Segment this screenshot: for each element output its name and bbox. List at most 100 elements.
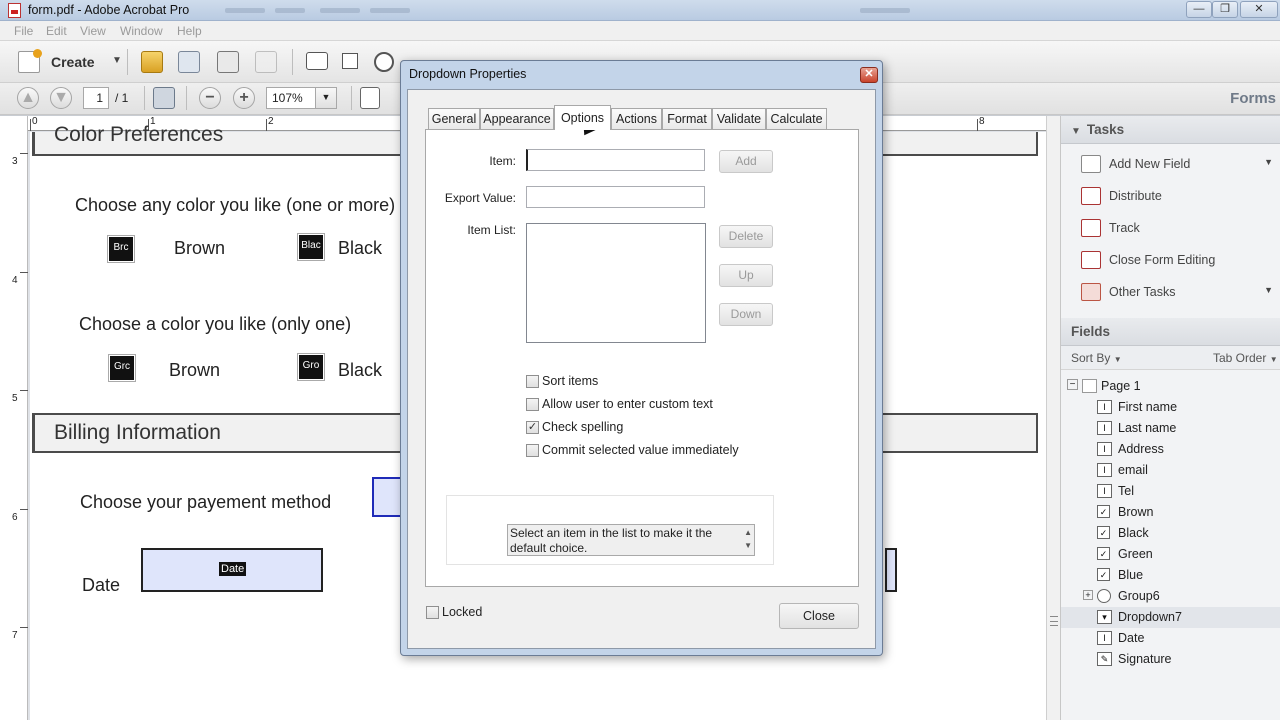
tree-label: Signature: [1118, 652, 1172, 666]
ruler-tick: [30, 119, 31, 131]
restore-button[interactable]: ❐: [1212, 1, 1238, 18]
allow-custom-text-checkbox[interactable]: Allow user to enter custom text: [526, 396, 846, 414]
task-distribute[interactable]: Distribute: [1081, 184, 1280, 208]
tree-item-field[interactable]: ✎ Signature: [1061, 649, 1280, 670]
tab-actions[interactable]: Actions: [611, 108, 662, 129]
zoom-level-input[interactable]: 107%: [266, 87, 316, 109]
date-field[interactable]: Date: [141, 548, 323, 592]
ruler-tick: [266, 119, 267, 131]
tab-calculate[interactable]: Calculate: [766, 108, 827, 129]
expand-plus-icon[interactable]: +: [1083, 590, 1093, 600]
menu-help[interactable]: Help: [177, 24, 202, 38]
print-icon[interactable]: [217, 51, 239, 73]
tasks-header-label: ▼ Tasks: [1071, 122, 1124, 137]
black-radio-field[interactable]: Gro: [297, 353, 325, 381]
task-other-tasks[interactable]: Other Tasks ▼: [1081, 280, 1280, 304]
minimize-button[interactable]: —: [1186, 1, 1212, 18]
sort-items-checkbox[interactable]: Sort items: [526, 373, 846, 391]
tree-item-group[interactable]: + Group6: [1061, 586, 1280, 607]
brown-radio-field[interactable]: Grc: [108, 354, 136, 382]
close-button[interactable]: Close: [779, 603, 859, 629]
page-number-input[interactable]: 1: [83, 87, 109, 109]
dialog-body: General Appearance Options Actions Forma…: [407, 89, 876, 649]
task-close-form-editing[interactable]: Close Form Editing: [1081, 248, 1280, 272]
fit-page-icon[interactable]: [360, 87, 380, 109]
add-button[interactable]: Add: [719, 150, 773, 173]
tab-format[interactable]: Format: [662, 108, 712, 129]
tree-item-page[interactable]: − Page 1: [1061, 376, 1280, 397]
tab-validate[interactable]: Validate: [712, 108, 766, 129]
zoom-out-icon[interactable]: −: [199, 87, 221, 109]
tree-label: Tel: [1118, 484, 1134, 498]
toolbar-separator: [186, 86, 187, 110]
down-button[interactable]: Down: [719, 303, 773, 326]
blurred-tab: [860, 8, 910, 13]
tasks-header[interactable]: ▼ Tasks: [1061, 116, 1280, 144]
tree-item-dropdown-selected[interactable]: ▾ Dropdown7: [1061, 607, 1280, 628]
locked-checkbox[interactable]: Locked: [426, 604, 546, 622]
menu-view[interactable]: View: [80, 24, 106, 38]
scroll-grip-icon[interactable]: [1050, 616, 1058, 626]
tree-item-field[interactable]: I Tel: [1061, 481, 1280, 502]
export-value-input[interactable]: [526, 186, 705, 208]
checkbox-field-icon: ✓: [1097, 526, 1110, 539]
forms-pane-label[interactable]: Forms: [1230, 90, 1276, 107]
menu-edit[interactable]: Edit: [46, 24, 67, 38]
create-label: Create: [51, 54, 95, 70]
tree-item-field[interactable]: Iemail: [1061, 460, 1280, 481]
tab-general[interactable]: General: [428, 108, 480, 129]
ruler-tick: [977, 119, 978, 131]
menu-window[interactable]: Window: [120, 24, 163, 38]
task-add-new-field[interactable]: Add New Field ▼: [1081, 152, 1280, 176]
field-partial[interactable]: [885, 548, 897, 592]
document-scrollbar[interactable]: [1046, 116, 1060, 720]
item-listbox[interactable]: [526, 223, 706, 343]
checkbox-tool-icon[interactable]: [342, 53, 358, 69]
tree-item-field[interactable]: ✓ Black: [1061, 523, 1280, 544]
brown-checkbox-field[interactable]: Brc: [107, 235, 135, 263]
tree-label: First name: [1118, 400, 1178, 414]
tree-item-field[interactable]: ✓ Brown: [1061, 502, 1280, 523]
previous-page-icon[interactable]: ▲: [17, 87, 39, 109]
zoom-in-icon[interactable]: +: [233, 87, 255, 109]
open-folder-icon[interactable]: [141, 51, 163, 73]
next-page-icon[interactable]: ▼: [50, 87, 72, 109]
tree-item-field[interactable]: I Address: [1061, 439, 1280, 460]
tab-options[interactable]: Options: [554, 105, 611, 130]
tab-order-button[interactable]: Tab Order ▼: [1213, 351, 1278, 365]
ruler-tick: [20, 627, 28, 628]
menu-file[interactable]: File: [14, 24, 33, 38]
vertical-ruler: 3 4 5 6 7: [0, 116, 28, 720]
tree-label: email: [1118, 463, 1148, 477]
delete-button[interactable]: Delete: [719, 225, 773, 248]
tree-item-field[interactable]: I Date: [1061, 628, 1280, 649]
tree-item-field[interactable]: I Last name: [1061, 418, 1280, 439]
close-icon[interactable]: ✕: [860, 67, 878, 83]
tree-item-field[interactable]: ✓ Blue: [1061, 565, 1280, 586]
text-field-tool-icon[interactable]: [306, 52, 328, 70]
collapse-minus-icon[interactable]: −: [1067, 379, 1078, 390]
window-close-button[interactable]: ✕: [1240, 1, 1278, 18]
collapse-triangle-icon: ▼: [1071, 126, 1081, 137]
briefcase-icon: [1081, 283, 1101, 301]
up-button[interactable]: Up: [719, 264, 773, 287]
close-form-editing-icon: [1081, 251, 1101, 269]
scroll-arrows-icon[interactable]: ▲ ▼: [744, 526, 752, 552]
select-arrow-icon[interactable]: [153, 87, 175, 109]
task-track[interactable]: Track: [1081, 216, 1280, 240]
item-input[interactable]: [526, 149, 705, 171]
tree-item-field[interactable]: ✓ Green: [1061, 544, 1280, 565]
tab-appearance[interactable]: Appearance: [480, 108, 554, 129]
radio-tool-icon[interactable]: [374, 52, 394, 72]
save-icon[interactable]: [178, 51, 200, 73]
radio-group-icon: [1097, 589, 1111, 603]
tree-item-field[interactable]: I First name: [1061, 397, 1280, 418]
check-spelling-checkbox[interactable]: ✓ Check spelling: [526, 419, 846, 437]
sort-by-button[interactable]: Sort By ▼: [1071, 351, 1122, 365]
zoom-dropdown-chevron-icon[interactable]: ▼: [315, 87, 337, 109]
commit-immediately-checkbox[interactable]: Commit selected value immediately: [526, 442, 846, 460]
ruler-label: 4: [12, 275, 18, 286]
tree-label: Page 1: [1101, 379, 1141, 393]
email-icon[interactable]: [255, 51, 277, 73]
black-checkbox-field[interactable]: Blac: [297, 233, 325, 261]
